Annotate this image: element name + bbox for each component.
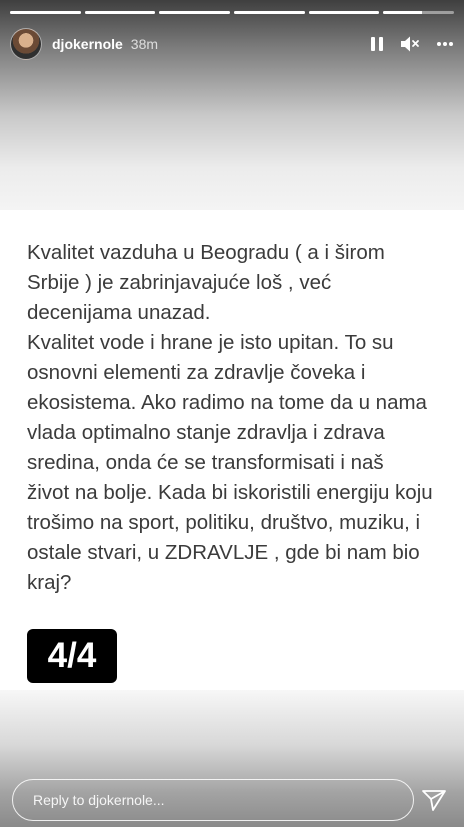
story-line: osnovni elementi za zdravlje čoveka i <box>27 361 366 384</box>
story-line: život na bolje. Kada bi iskoristili ener… <box>27 481 433 504</box>
story-line: ostale stvari, u ZDRAVLJE , gde bi nam b… <box>27 541 420 564</box>
story-progress-bar <box>10 11 455 14</box>
reply-input[interactable] <box>12 779 414 821</box>
story-line: sredina, onda će se transformisati i naš <box>27 451 384 474</box>
story-line: vlada optimalno stanje zdravlja i zdrava <box>27 421 385 444</box>
progress-segment <box>383 11 455 14</box>
progress-segment <box>308 11 380 14</box>
progress-segment <box>10 11 81 14</box>
story-viewer[interactable]: Kvalitet vazduha u Beogradu ( a i širom … <box>0 0 464 827</box>
progress-segment <box>159 11 231 14</box>
story-line: trošimo na sport, politiku, društvo, muz… <box>27 511 421 534</box>
more-icon[interactable] <box>436 34 454 54</box>
story-text-card: Kvalitet vazduha u Beogradu ( a i širom … <box>0 212 464 690</box>
post-time: 38m <box>130 36 159 52</box>
username[interactable]: djokernole <box>52 36 123 52</box>
story-line: Srbije ) je zabrinjavajuće loš , već <box>27 271 332 294</box>
send-icon[interactable] <box>420 787 448 813</box>
pause-icon[interactable] <box>370 34 384 54</box>
story-line: kraj? <box>27 571 72 594</box>
progress-segment <box>234 11 305 14</box>
story-line: Kvalitet vazduha u Beogradu ( a i širom <box>27 241 385 264</box>
story-line: Kvalitet vode i hrane je isto upitan. To… <box>27 331 394 354</box>
page-count-badge: 4/4 <box>27 629 117 683</box>
progress-segment <box>84 11 156 14</box>
mute-icon[interactable] <box>400 34 420 54</box>
story-line: ekosistema. Ako radimo na tome da u nama <box>27 391 427 414</box>
story-header: djokernole 38m <box>10 27 454 61</box>
story-line: decenijama unazad. <box>27 301 211 324</box>
story-caption: Kvalitet vazduha u Beogradu ( a i širom … <box>27 238 452 598</box>
avatar[interactable] <box>10 28 42 60</box>
header-controls <box>370 34 454 54</box>
